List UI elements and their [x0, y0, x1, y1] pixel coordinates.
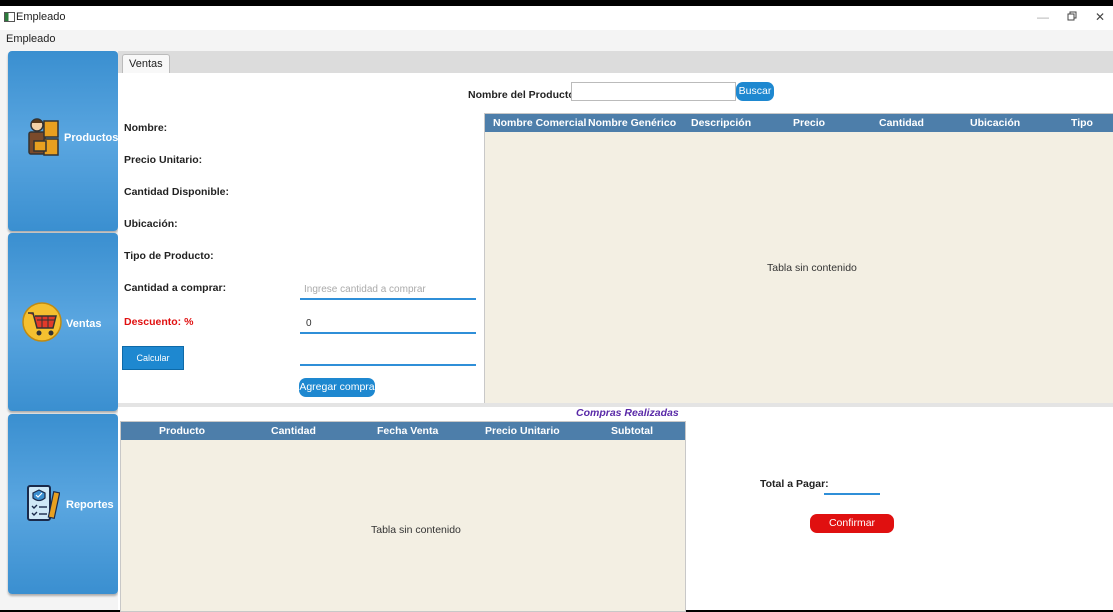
menu-empleado[interactable]: Empleado: [6, 33, 56, 45]
restore-icon[interactable]: [1062, 9, 1082, 25]
sidebar-label-ventas: Ventas: [66, 318, 102, 330]
purchases-table-header: Producto Cantidad Fecha Venta Precio Uni…: [121, 422, 685, 440]
purchases-table[interactable]: Producto Cantidad Fecha Venta Precio Uni…: [120, 421, 686, 612]
ventas-panel: Nombre del Producto: Buscar Nombre: Prec…: [118, 73, 1113, 612]
sidebar-label-reportes: Reportes: [66, 499, 114, 511]
products-icon: [26, 117, 62, 160]
col-fecha-venta[interactable]: Fecha Venta: [377, 425, 438, 437]
purchases-empty-text: Tabla sin contenido: [371, 524, 461, 536]
app-window: Empleado — ✕ Empleado Productos Ventas R…: [0, 6, 1113, 612]
window-title: Empleado: [16, 11, 66, 23]
sidebar-item-productos[interactable]: Productos: [8, 51, 118, 231]
cantidad-comprar-label: Cantidad a comprar:: [124, 282, 227, 294]
minimize-icon[interactable]: —: [1033, 9, 1053, 25]
col-precio[interactable]: Precio: [793, 117, 825, 129]
products-empty-text: Tabla sin contenido: [767, 262, 857, 274]
sidebar-item-ventas[interactable]: Ventas: [8, 233, 118, 411]
product-search-input[interactable]: [571, 82, 736, 101]
col-subtotal[interactable]: Subtotal: [611, 425, 653, 437]
report-icon: [26, 484, 61, 527]
cantidad-input[interactable]: Ingrese cantidad a comprar: [300, 280, 476, 300]
descuento-value: 0: [306, 318, 312, 329]
menu-bar: Empleado: [0, 30, 1113, 48]
purchases-title: Compras Realizadas: [576, 407, 679, 419]
total-label: Total a Pagar:: [760, 478, 829, 490]
tab-bar: Ventas: [118, 51, 1113, 73]
search-label: Nombre del Producto:: [468, 89, 579, 101]
cantidad-disponible-label: Cantidad Disponible:: [124, 186, 229, 198]
descuento-input[interactable]: 0: [300, 314, 476, 334]
col-nombre-comercial[interactable]: Nombre Comercial: [493, 117, 586, 129]
sidebar-item-reportes[interactable]: Reportes: [8, 414, 118, 594]
col-cantidad[interactable]: Cantidad: [879, 117, 924, 129]
col-nombre-generico[interactable]: Nombre Genérico: [588, 117, 676, 129]
total-field: [824, 476, 880, 495]
app-icon: [4, 12, 15, 22]
cantidad-placeholder: Ingrese cantidad a comprar: [304, 284, 426, 295]
tab-ventas[interactable]: Ventas: [122, 54, 170, 73]
nombre-label: Nombre:: [124, 122, 168, 134]
products-table-header: Nombre Comercial Nombre Genérico Descrip…: [485, 114, 1113, 132]
sidebar-label-productos: Productos: [64, 132, 119, 144]
tipo-producto-label: Tipo de Producto:: [124, 250, 214, 262]
products-table[interactable]: Nombre Comercial Nombre Genérico Descrip…: [484, 113, 1113, 405]
precio-unitario-label: Precio Unitario:: [124, 154, 203, 166]
ubicacion-label: Ubicación:: [124, 218, 178, 230]
precio-calculado-field: [300, 346, 476, 366]
agregar-compra-button[interactable]: Agregar compra: [299, 378, 375, 397]
cart-icon: [22, 301, 62, 346]
col-descripcion[interactable]: Descripción: [691, 117, 751, 129]
col-cantidad-compra[interactable]: Cantidad: [271, 425, 316, 437]
calcular-precio-button[interactable]: Calcular Precio: [122, 346, 184, 385]
search-button[interactable]: Buscar: [736, 82, 774, 101]
col-tipo[interactable]: Tipo: [1071, 117, 1093, 129]
confirmar-compra-button[interactable]: Confirmar Compra: [810, 514, 894, 548]
close-icon[interactable]: ✕: [1090, 9, 1110, 25]
col-producto[interactable]: Producto: [159, 425, 205, 437]
col-ubicacion[interactable]: Ubicación: [970, 117, 1020, 129]
col-precio-unitario[interactable]: Precio Unitario: [485, 425, 560, 437]
title-bar: Empleado — ✕: [0, 6, 1113, 30]
descuento-label: Descuento: %: [124, 316, 194, 328]
